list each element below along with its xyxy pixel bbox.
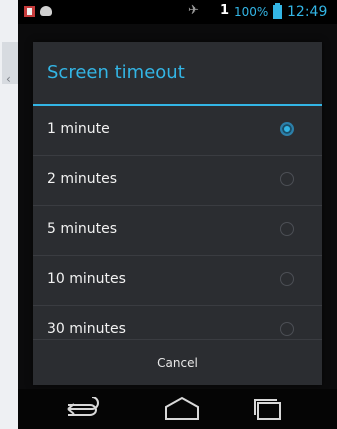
background-page-strip: ‹	[0, 0, 18, 429]
clock: 12:49	[287, 4, 328, 20]
screen-timeout-dialog: Screen timeout 1 minute 2 minutes 5 minu…	[33, 42, 322, 385]
chevron-left-icon: ‹	[6, 72, 11, 86]
gallery-notification-icon	[24, 6, 35, 17]
option-5-minutes[interactable]: 5 minutes	[33, 206, 322, 256]
option-label: 2 minutes	[47, 171, 118, 187]
option-label: 10 minutes	[47, 271, 126, 287]
option-label: 30 minutes	[47, 321, 126, 337]
radio-selected-icon[interactable]	[280, 122, 294, 136]
dialog-title: Screen timeout	[47, 62, 185, 83]
home-icon[interactable]	[162, 395, 202, 423]
radio-unselected-icon[interactable]	[280, 222, 294, 236]
timeout-options-list: 1 minute 2 minutes 5 minutes 10 minutes …	[33, 106, 322, 355]
navigation-bar	[18, 389, 337, 429]
radio-unselected-icon[interactable]	[280, 272, 294, 286]
option-10-minutes[interactable]: 10 minutes	[33, 256, 322, 306]
option-label: 1 minute	[47, 121, 110, 137]
back-icon[interactable]	[60, 397, 104, 421]
option-1-minute[interactable]: 1 minute	[33, 106, 322, 156]
signal-icon: ✈	[188, 3, 199, 18]
option-label: 5 minutes	[47, 221, 118, 237]
battery-percent: 100%	[234, 5, 269, 19]
status-bar: ✈ 1 100% 12:49	[18, 0, 337, 24]
radio-unselected-icon[interactable]	[280, 172, 294, 186]
radio-unselected-icon[interactable]	[280, 322, 294, 336]
phone-screen: ✈ 1 100% 12:49 Screen timeout 1 minute 2…	[18, 0, 337, 429]
option-2-minutes[interactable]: 2 minutes	[33, 156, 322, 206]
cat-notification-icon	[40, 6, 52, 16]
battery-icon	[273, 3, 282, 19]
cancel-button[interactable]: Cancel	[33, 340, 322, 386]
dialog-button-bar: Cancel	[33, 339, 322, 386]
recent-apps-icon[interactable]	[251, 397, 285, 421]
signal-count: 1	[220, 3, 230, 18]
